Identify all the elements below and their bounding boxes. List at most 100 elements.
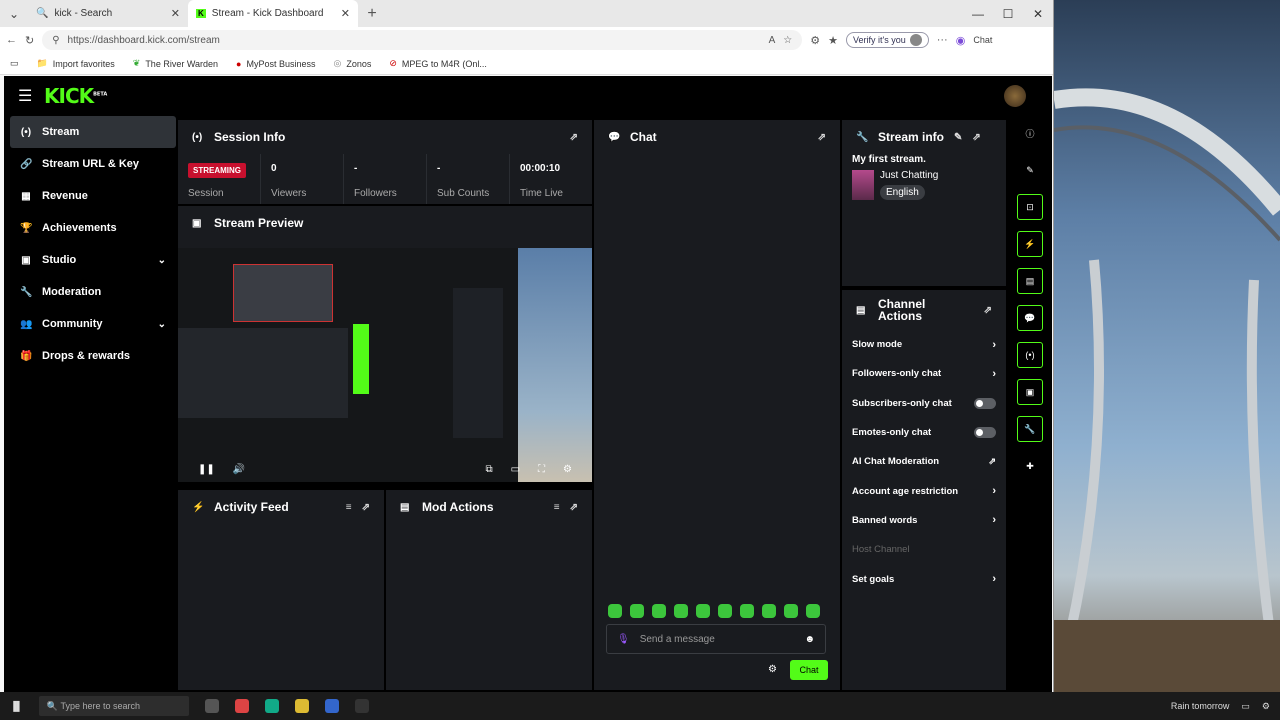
action-set-goals[interactable]: Set goals › [842, 564, 1006, 593]
sidebar-item-studio[interactable]: ▣ Studio ⌄ [10, 244, 176, 276]
url-field[interactable]: ⚲ https://dashboard.kick.com/stream A ☆ [42, 30, 803, 50]
info-icon[interactable]: ⓘ [1017, 120, 1043, 146]
emote-icon[interactable] [740, 604, 754, 618]
emoji-icon[interactable]: ☻ [804, 634, 815, 645]
maximize-icon[interactable]: ☐ [993, 7, 1023, 21]
volume-icon[interactable]: 🔊 [233, 464, 245, 475]
tab-kick-dashboard[interactable]: K Stream - Kick Dashboard ✕ [188, 0, 358, 27]
bookmark-item[interactable]: ◎ Zonos [333, 58, 371, 69]
filter-icon[interactable]: ≡ [346, 502, 352, 513]
filter-icon[interactable]: ≡ [554, 502, 560, 513]
action-banned-words[interactable]: Banned words › [842, 506, 1006, 535]
kick-logo[interactable]: KICKBETA [44, 84, 107, 108]
emotes-only-toggle[interactable] [974, 427, 996, 439]
sidebar-item-stream-url-key[interactable]: 🔗 Stream URL & Key [10, 148, 176, 180]
emote-icon[interactable] [784, 604, 798, 618]
site-info-icon[interactable]: ⚲ [52, 35, 59, 46]
tab-kick-search[interactable]: 🔍 kick - Search ✕ [28, 0, 188, 27]
emote-icon[interactable] [718, 604, 732, 618]
sidebar-item-revenue[interactable]: ▦ Revenue [10, 180, 176, 212]
chat-widget-icon[interactable]: 💬 [1017, 305, 1043, 331]
copilot-chat-label[interactable]: Chat [973, 35, 992, 45]
taskbar-search[interactable]: 🔍 Type here to search [38, 696, 189, 716]
read-aloud-icon[interactable]: A [769, 35, 776, 46]
obs-icon[interactable] [354, 699, 369, 713]
action-ai-moderation[interactable]: AI Chat Moderation ⇗ [842, 447, 1006, 476]
popout-icon[interactable]: ⇗ [984, 305, 992, 316]
settings-icon[interactable]: ⚙ [563, 464, 572, 475]
extensions-icon[interactable]: ⚙ [810, 34, 820, 47]
settings-tray-icon[interactable]: ⚙ [1262, 701, 1270, 712]
edit-layout-icon[interactable]: ✎ [1017, 157, 1043, 183]
user-avatar[interactable] [1004, 85, 1026, 107]
edge-icon[interactable] [264, 699, 279, 713]
emote-icon[interactable] [762, 604, 776, 618]
pip-icon[interactable]: ⧉ [485, 464, 492, 475]
sidebar-item-drops-rewards[interactable]: 🎁 Drops & rewards [10, 340, 176, 372]
popout-icon[interactable]: ⇗ [362, 502, 370, 513]
app-icon[interactable] [324, 699, 339, 713]
pause-icon[interactable]: ❚❚ [198, 464, 215, 475]
activity-widget-icon[interactable]: ⚡ [1017, 231, 1043, 257]
menu-icon[interactable]: ☰ [18, 86, 44, 106]
sidebar-item-moderation[interactable]: 🔧 Moderation [10, 276, 176, 308]
task-view-icon[interactable] [204, 699, 219, 713]
sidebar-item-stream[interactable]: (•) Stream [10, 116, 176, 148]
verify-button[interactable]: Verify it's you [845, 32, 929, 48]
bookmark-item[interactable]: ● MyPost Business [236, 59, 315, 69]
favorites-icon[interactable]: ★ [828, 34, 838, 47]
tab-list-chevron-icon[interactable]: ⌄ [0, 7, 28, 21]
copilot-icon[interactable]: ◉ [956, 34, 966, 47]
popout-icon[interactable]: ⇗ [570, 502, 578, 513]
sidebar-item-achievements[interactable]: 🏆 Achievements [10, 212, 176, 244]
microphone-icon[interactable]: 🎙 [617, 634, 630, 645]
bookmarks-toggle-icon[interactable]: ▭ [10, 58, 19, 69]
chrome-icon[interactable] [234, 699, 249, 713]
session-widget-icon[interactable]: ⊡ [1017, 194, 1043, 220]
action-slow-mode[interactable]: Slow mode › [842, 330, 1006, 359]
close-window-icon[interactable]: ✕ [1023, 7, 1053, 21]
emote-icon[interactable] [608, 604, 622, 618]
emote-icon[interactable] [674, 604, 688, 618]
subscribers-only-toggle[interactable] [974, 397, 996, 409]
sidebar-item-community[interactable]: 👥 Community ⌄ [10, 308, 176, 340]
broadcast-widget-icon[interactable]: (•) [1017, 342, 1043, 368]
close-tab-icon[interactable]: ✕ [341, 7, 350, 20]
emote-icon[interactable] [630, 604, 644, 618]
edit-icon[interactable]: ✎ [954, 132, 962, 143]
stream-video[interactable]: ❚❚ 🔊 ⧉ ▭ ⛶ ⚙ [178, 248, 592, 482]
more-icon[interactable]: ··· [937, 34, 948, 46]
minimize-icon[interactable]: — [963, 7, 993, 21]
popout-icon[interactable]: ⇗ [570, 132, 578, 143]
chat-settings-icon[interactable]: ⚙ [768, 664, 777, 675]
file-explorer-icon[interactable] [294, 699, 309, 713]
new-tab-icon[interactable]: + [358, 5, 386, 23]
weather-text[interactable]: Rain tomorrow [1171, 701, 1230, 711]
bookmark-item[interactable]: 📁 Import favorites [37, 58, 115, 69]
bookmark-item[interactable]: ⊘ MPEG to M4R (Onl... [389, 58, 487, 69]
action-account-age[interactable]: Account age restriction › [842, 476, 1006, 505]
action-followers-only[interactable]: Followers-only chat › [842, 359, 1006, 388]
chat-input[interactable]: 🎙 Send a message ☻ [606, 624, 826, 654]
emote-icon[interactable] [696, 604, 710, 618]
emote-icon[interactable] [652, 604, 666, 618]
favorite-star-icon[interactable]: ☆ [783, 35, 792, 46]
close-tab-icon[interactable]: ✕ [171, 7, 180, 20]
popout-icon[interactable]: ⇗ [818, 132, 826, 143]
windows-start-icon[interactable]: ▐▌ [10, 701, 23, 711]
bookmark-item[interactable]: ❦ The River Warden [133, 58, 218, 69]
add-widget-icon[interactable]: ✚ [1017, 453, 1043, 479]
popout-icon[interactable]: ⇗ [972, 132, 980, 143]
theater-icon[interactable]: ▭ [511, 464, 520, 475]
chevron-down-icon[interactable]: ⌄ [158, 255, 166, 266]
back-icon[interactable]: ← [6, 34, 17, 46]
mod-widget-icon[interactable]: ▤ [1017, 268, 1043, 294]
refresh-icon[interactable]: ↻ [25, 34, 34, 47]
fullscreen-icon[interactable]: ⛶ [538, 464, 545, 475]
wrench-widget-icon[interactable]: 🔧 [1017, 416, 1043, 442]
emote-icon[interactable] [806, 604, 820, 618]
send-chat-button[interactable]: Chat [790, 660, 828, 680]
chevron-down-icon[interactable]: ⌄ [158, 319, 166, 330]
tray-icon[interactable]: ▭ [1241, 701, 1250, 712]
channel-widget-icon[interactable]: ▣ [1017, 379, 1043, 405]
